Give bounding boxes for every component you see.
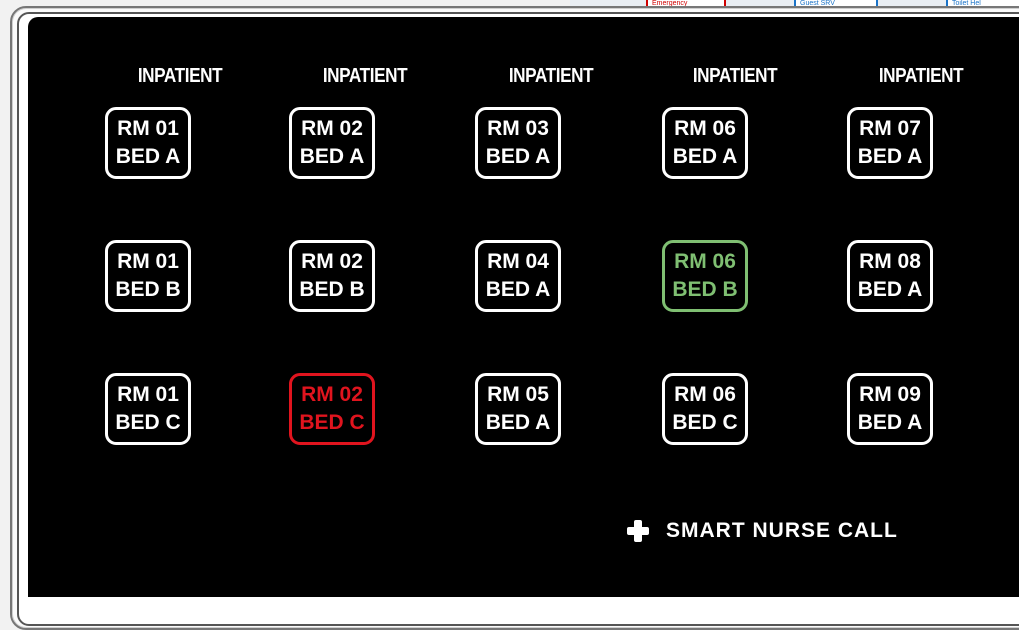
bed-button-rm06-bed-c[interactable]: RM 06 BED C xyxy=(662,373,748,445)
cross-icon xyxy=(627,520,649,542)
bed-button-rm06-bed-a[interactable]: RM 06 BED A xyxy=(662,107,748,179)
bed-button-rm02-bed-b[interactable]: RM 02 BED B xyxy=(289,240,375,312)
bed-button-rm02-bed-c-alert[interactable]: RM 02 BED C xyxy=(289,373,375,445)
bed-room-label: RM 05 xyxy=(487,383,549,406)
bed-label: BED B xyxy=(115,278,181,301)
column-header: INPATIENT xyxy=(508,65,594,87)
bed-room-label: RM 03 xyxy=(487,117,549,140)
bed-label: BED A xyxy=(485,278,551,301)
bed-room-label: RM 02 xyxy=(301,383,363,406)
bed-label: BED A xyxy=(115,145,181,168)
column-header: INPATIENT xyxy=(137,65,223,87)
bed-button-rm03-bed-a[interactable]: RM 03 BED A xyxy=(475,107,561,179)
bed-label: BED A xyxy=(485,145,551,168)
bed-room-label: RM 02 xyxy=(301,250,363,273)
bed-room-label: RM 02 xyxy=(301,117,363,140)
bed-room-label: RM 01 xyxy=(117,383,179,406)
nurse-call-panel: INPATIENT INPATIENT INPATIENT INPATIENT … xyxy=(28,17,1019,597)
bed-button-rm01-bed-a[interactable]: RM 01 BED A xyxy=(105,107,191,179)
bed-button-rm09-bed-a[interactable]: RM 09 BED A xyxy=(847,373,933,445)
bed-label: BED C xyxy=(299,411,365,434)
bed-label: BED A xyxy=(857,145,923,168)
bed-label: BED A xyxy=(299,145,365,168)
column-header: INPATIENT xyxy=(322,65,408,87)
bed-button-rm01-bed-b[interactable]: RM 01 BED B xyxy=(105,240,191,312)
bed-room-label: RM 04 xyxy=(487,250,549,273)
bed-label: BED B xyxy=(299,278,365,301)
bed-label: BED A xyxy=(485,411,551,434)
bed-room-label: RM 06 xyxy=(674,383,736,406)
bed-label: BED A xyxy=(857,411,923,434)
bed-room-label: RM 06 xyxy=(674,117,736,140)
bed-button-rm05-bed-a[interactable]: RM 05 BED A xyxy=(475,373,561,445)
bed-room-label: RM 07 xyxy=(859,117,921,140)
column-header: INPATIENT xyxy=(692,65,778,87)
bed-button-rm04-bed-a[interactable]: RM 04 BED A xyxy=(475,240,561,312)
bed-button-rm01-bed-c[interactable]: RM 01 BED C xyxy=(105,373,191,445)
bed-room-label: RM 06 xyxy=(674,250,736,273)
column-header: INPATIENT xyxy=(878,65,964,87)
bed-room-label: RM 08 xyxy=(859,250,921,273)
bed-label: BED C xyxy=(115,411,181,434)
bed-label: BED B xyxy=(672,278,738,301)
bed-button-rm02-bed-a[interactable]: RM 02 BED A xyxy=(289,107,375,179)
bed-label: BED A xyxy=(857,278,923,301)
bed-room-label: RM 01 xyxy=(117,250,179,273)
bed-room-label: RM 09 xyxy=(859,383,921,406)
bed-label: BED C xyxy=(672,411,738,434)
brand-text: SMART NURSE CALL xyxy=(666,519,898,542)
bed-button-rm06-bed-b-ok[interactable]: RM 06 BED B xyxy=(662,240,748,312)
bed-room-label: RM 01 xyxy=(117,117,179,140)
bed-button-rm07-bed-a[interactable]: RM 07 BED A xyxy=(847,107,933,179)
brand-logo: SMART NURSE CALL xyxy=(627,519,898,543)
bed-button-rm08-bed-a[interactable]: RM 08 BED A xyxy=(847,240,933,312)
bed-label: BED A xyxy=(672,145,738,168)
